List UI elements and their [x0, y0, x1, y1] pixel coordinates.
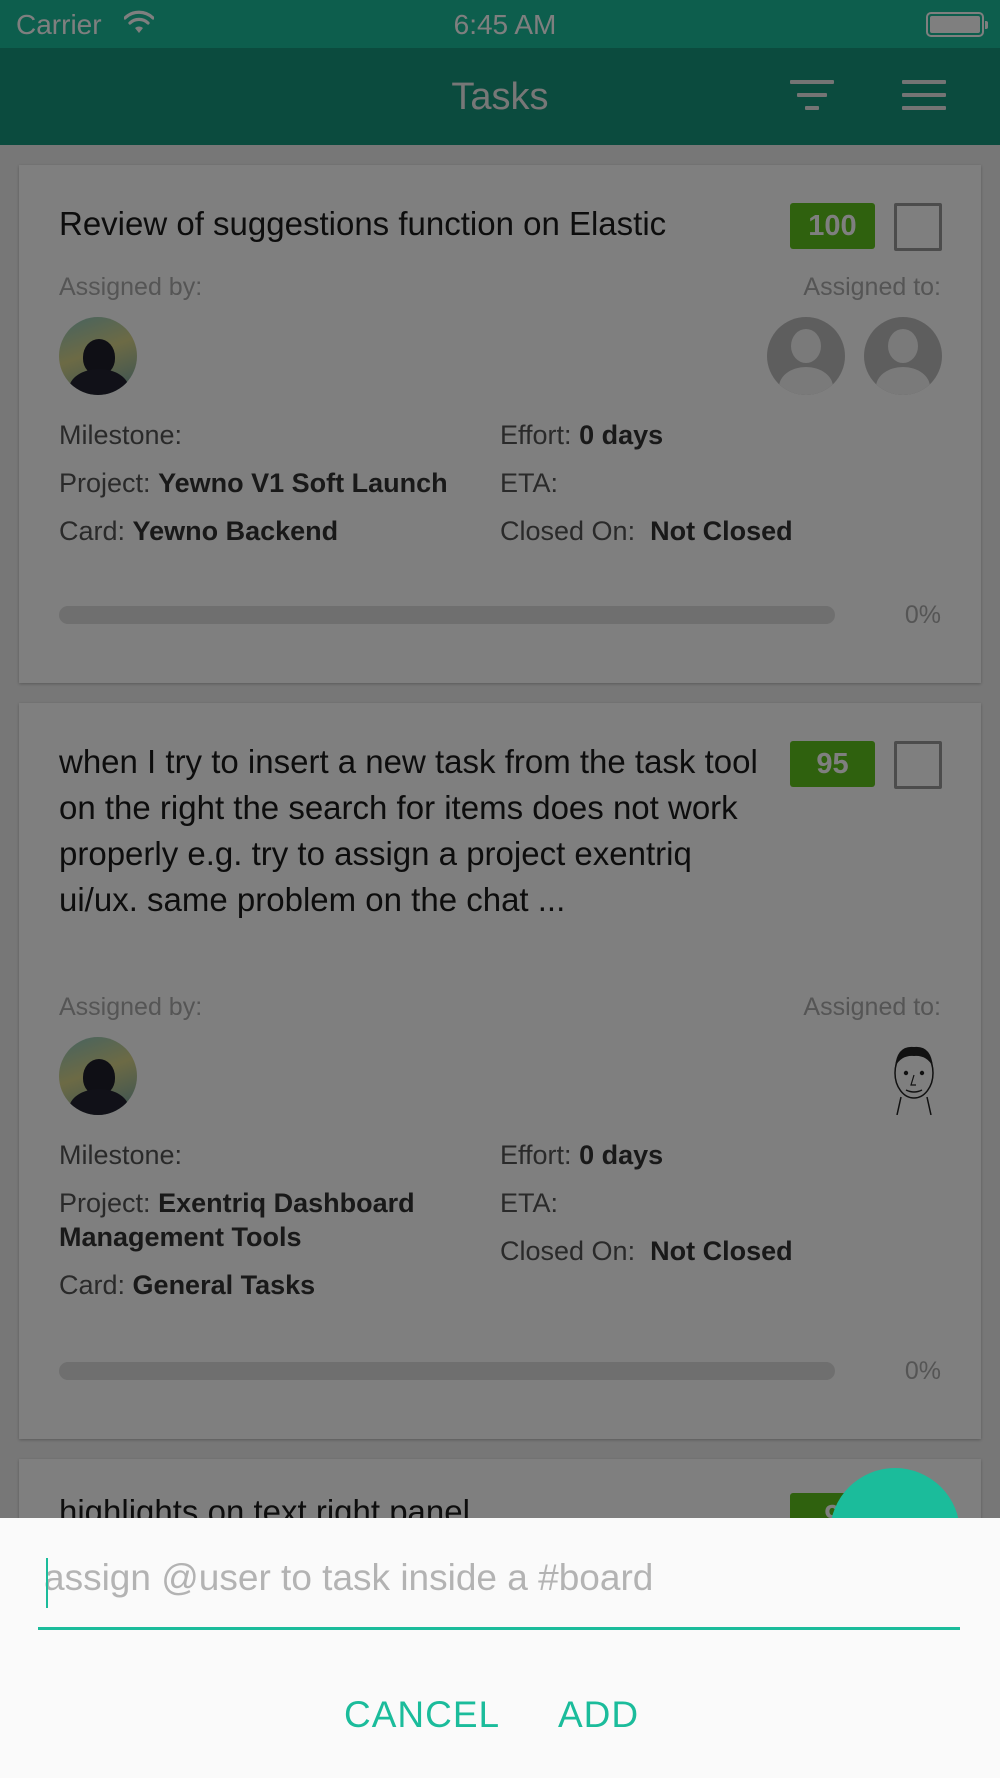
text-cursor	[46, 1558, 48, 1608]
modal-overlay[interactable]	[0, 0, 1000, 1518]
cancel-button[interactable]: CANCEL	[344, 1694, 500, 1736]
assign-task-input[interactable]	[38, 1548, 960, 1608]
add-button[interactable]: ADD	[558, 1694, 639, 1736]
input-underline	[38, 1627, 960, 1630]
add-task-sheet: CANCEL ADD	[0, 1518, 1000, 1778]
